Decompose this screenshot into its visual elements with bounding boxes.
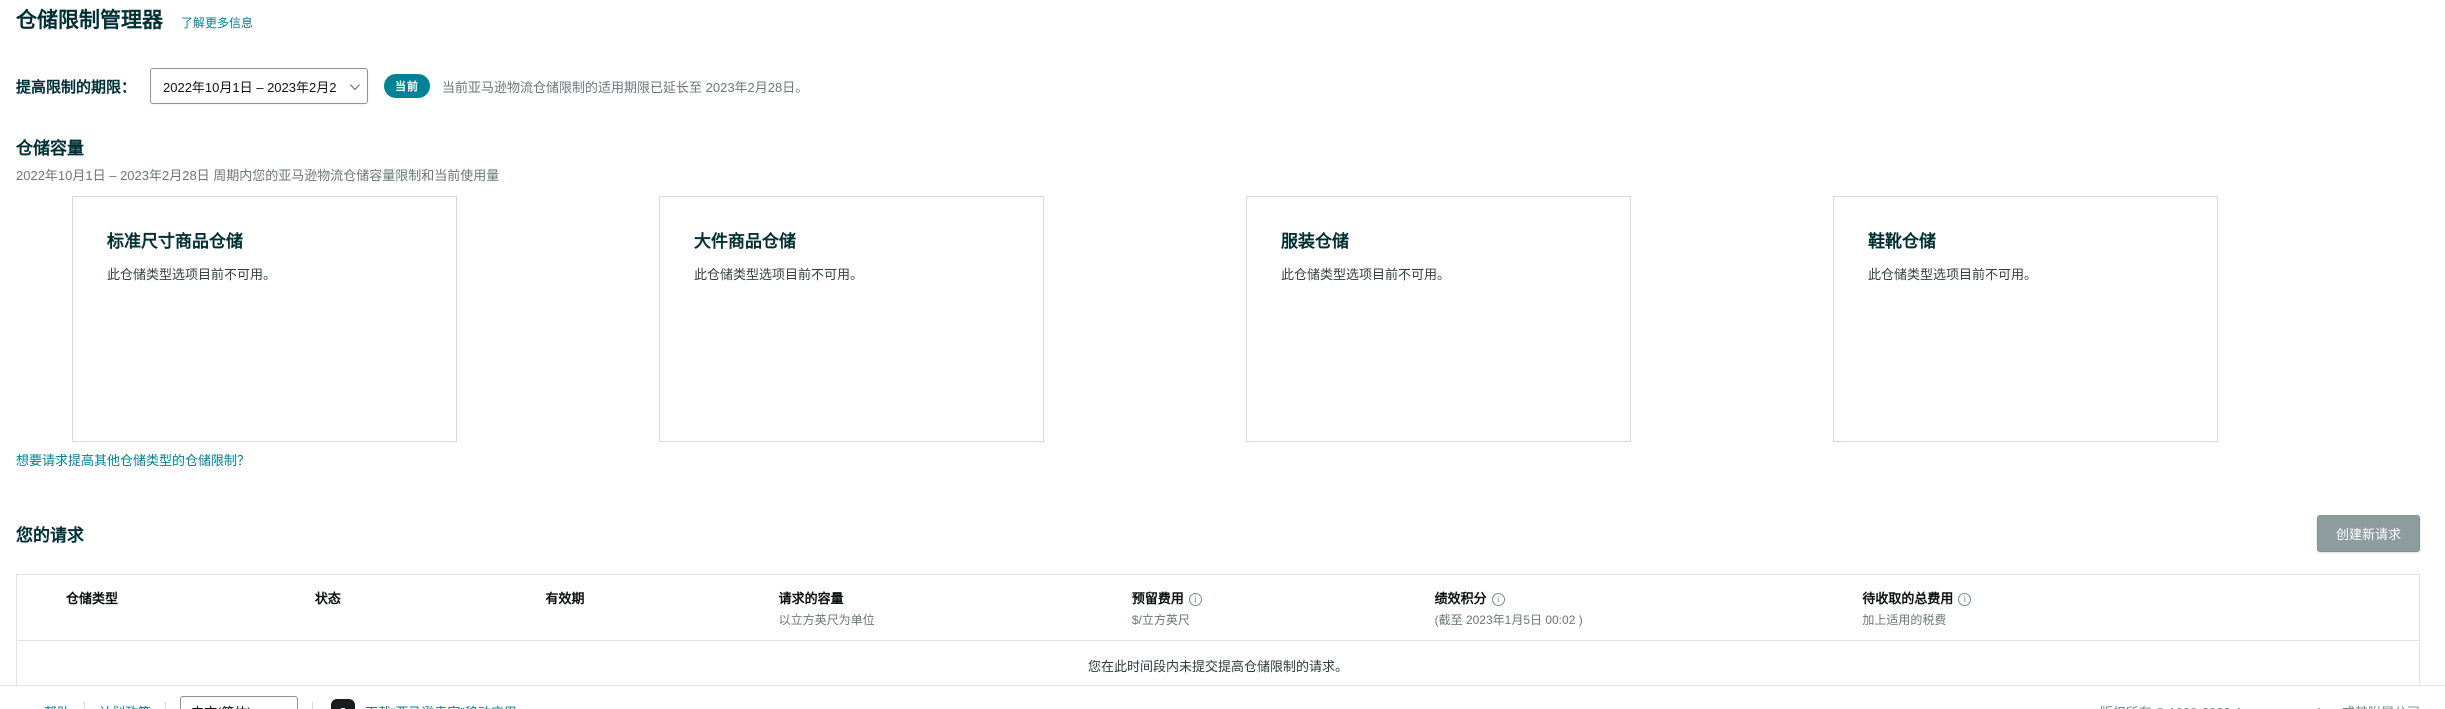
storage-card-grid: 标准尺寸商品仓储 此仓储类型选项目前不可用。 大件商品仓储 此仓储类型选项目前不… [72,196,2420,442]
footer-links: 帮助 计划政策 中文(简体) 下载“亚马逊卖家”移动应用 [30,696,517,709]
requests-header: 您的请求 创建新请求 [16,515,2420,552]
download-seller-app-link[interactable]: 下载“亚马逊卖家”移动应用 [365,702,517,709]
period-select[interactable]: 2022年10月1日 – 2023年2月2 [150,68,369,104]
storage-card-title: 大件商品仓储 [694,232,796,251]
current-badge: 当前 [384,74,431,98]
column-header-reservation-fee: 预留费用 $/立方英尺 [1122,575,1425,641]
capacity-subtitle: 2022年10月1日 – 2023年2月28日 周期内您的亚马逊物流仓储容量限制… [16,168,500,183]
info-circle-icon[interactable] [1491,592,1505,606]
period-row: 提高限制的期限： 2022年10月1日 – 2023年2月2 当前 当前亚马逊物… [16,68,2420,104]
storage-card-apparel: 服装仓储 此仓储类型选项目前不可用。 [1246,196,1631,442]
storage-card-title: 标准尺寸商品仓储 [107,232,243,251]
column-header-total-fee: 待收取的总费用 加上适用的税费 [1852,575,2419,641]
footer-policies-link[interactable]: 计划政策 [85,696,165,709]
storage-limit-manager-page: 仓储限制管理器 了解更多信息 提高限制的期限： 2022年10月1日 – 202… [0,0,2445,709]
column-header-performance-credits: 绩效积分 (截至 2023年1月5日 00:02 ) [1425,575,1853,641]
language-select-value: 中文(简体) [191,702,252,709]
column-subheader: 加上适用的税费 [1862,613,1947,627]
column-header-status: 状态 [314,591,341,606]
copyright-text: 版权所有 © 1999-2023 Amazon.com, Inc. 或其附属公司 [2100,702,2420,709]
info-circle-icon[interactable] [1188,592,1202,606]
empty-state-row: 您在此时间段内未提交提高仓储限制的请求。 [16,640,2420,692]
requests-table-header-row: 仓储类型 状态 有效期 请求的容量 以立方英尺为单位 预留费用 $/立方英尺 绩 [17,575,2420,641]
chevron-down-icon [279,704,290,709]
storage-card-footwear: 鞋靴仓储 此仓储类型选项目前不可用。 [1833,196,2218,442]
period-label: 提高限制的期限： [16,78,137,96]
capacity-heading: 仓储容量 [16,139,84,158]
column-subheader: (截至 2023年1月5日 00:02 ) [1434,613,1583,627]
storage-card-message: 此仓储类型选项目前不可用。 [107,267,277,282]
storage-card-standard: 标准尺寸商品仓储 此仓储类型选项目前不可用。 [72,196,457,442]
storage-card-title: 服装仓储 [1281,232,1349,251]
language-select[interactable]: 中文(简体) [180,696,299,709]
page-footer: 帮助 计划政策 中文(简体) 下载“亚马逊卖家”移动应用 版权所有 © 1999… [0,685,2445,709]
storage-card-message: 此仓储类型选项目前不可用。 [1281,267,1451,282]
footer-divider [312,702,314,709]
storage-card-oversize: 大件商品仓储 此仓储类型选项目前不可用。 [659,196,1044,442]
column-subheader: $/立方英尺 [1131,613,1190,627]
chevron-down-icon [349,79,360,90]
page-title: 仓储限制管理器 [16,9,163,32]
footer-divider [165,702,167,709]
period-select-value: 2022年10月1日 – 2023年2月2 [163,79,337,95]
learn-more-link[interactable]: 了解更多信息 [181,14,253,31]
empty-state-message: 您在此时间段内未提交提高仓储限制的请求。 [16,640,2420,692]
storage-card-message: 此仓储类型选项目前不可用。 [1868,267,2038,282]
amazon-seller-app-icon [331,699,356,709]
requests-heading: 您的请求 [16,526,84,545]
footer-help-link[interactable]: 帮助 [30,696,84,709]
column-header-storage-type: 仓储类型 [66,591,119,606]
create-new-request-button[interactable]: 创建新请求 [2316,515,2420,552]
period-note: 当前亚马逊物流仓储限制的适用期限已延长至 2023年2月28日。 [442,79,809,95]
column-header-validity: 有效期 [545,591,585,606]
other-storage-types-link[interactable]: 想要请求提高其他仓储类型的仓储限制？ [16,450,250,469]
storage-card-title: 鞋靴仓储 [1868,232,1936,251]
requests-table: 仓储类型 状态 有效期 请求的容量 以立方英尺为单位 预留费用 $/立方英尺 绩 [16,574,2420,692]
info-circle-icon[interactable] [1958,592,1972,606]
column-subheader: 以立方英尺为单位 [778,613,875,627]
storage-card-message: 此仓储类型选项目前不可用。 [694,267,864,282]
page-header: 仓储限制管理器 了解更多信息 [16,8,2420,34]
column-header-requested-capacity: 请求的容量 以立方英尺为单位 [769,575,1122,641]
